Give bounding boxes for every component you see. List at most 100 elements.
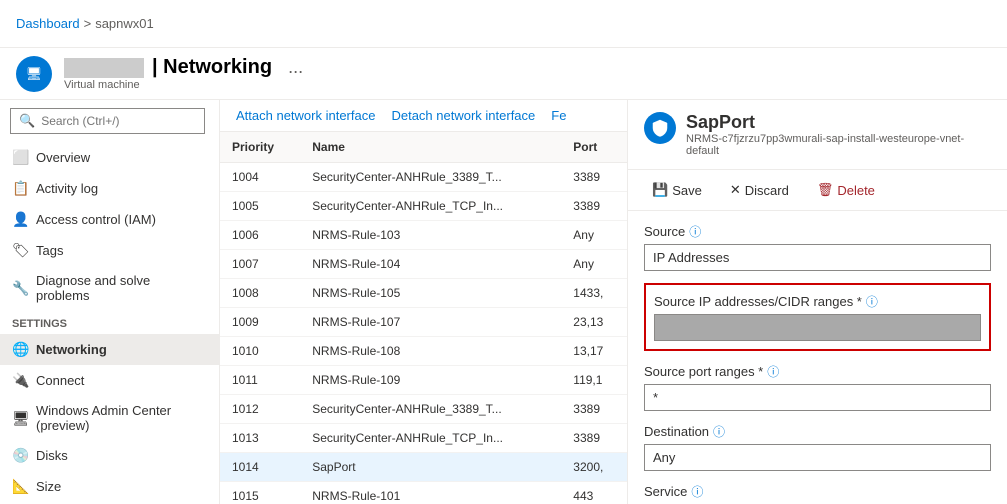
col-priority: Priority xyxy=(220,132,300,163)
sidebar-item-label-disks: Disks xyxy=(36,448,68,463)
table-row[interactable]: 1005 SecurityCenter-ANHRule_TCP_In... 33… xyxy=(220,192,627,221)
table-row[interactable]: 1009 NRMS-Rule-107 23,13 xyxy=(220,308,627,337)
vm-ellipsis[interactable]: ... xyxy=(288,57,303,78)
sidebar-item-label-tags: Tags xyxy=(36,243,63,258)
cell-name: NRMS-Rule-103 xyxy=(300,221,561,250)
cell-name: NRMS-Rule-108 xyxy=(300,337,561,366)
source-port-info-icon[interactable]: ⓘ xyxy=(767,363,779,380)
windows-admin-icon: 🖥 xyxy=(12,410,28,427)
table-row[interactable]: 1015 NRMS-Rule-101 443 xyxy=(220,482,627,504)
sidebar-item-diagnose[interactable]: 🔧 Diagnose and solve problems xyxy=(0,266,219,310)
cell-priority: 1008 xyxy=(220,279,300,308)
source-port-input[interactable] xyxy=(644,384,991,411)
rules-table: Priority Name Port 1004 SecurityCenter-A… xyxy=(220,132,627,504)
sidebar-item-access-control[interactable]: 👤 Access control (IAM) xyxy=(0,204,219,235)
cell-name: NRMS-Rule-109 xyxy=(300,366,561,395)
diagnose-icon: 🔧 xyxy=(12,280,28,297)
source-group: Source ⓘ xyxy=(644,223,991,271)
table-row[interactable]: 1006 NRMS-Rule-103 Any xyxy=(220,221,627,250)
search-input[interactable] xyxy=(41,114,196,128)
breadcrumb-bar: Dashboard > sapnwx01 xyxy=(0,0,1007,48)
vm-title-area: | Networking ... Virtual machine xyxy=(64,56,303,91)
vm-icon: 🖥 xyxy=(26,66,43,82)
cell-priority: 1011 xyxy=(220,366,300,395)
cell-name: SecurityCenter-ANHRule_3389_T... xyxy=(300,163,561,192)
tags-icon: 🏷 xyxy=(12,242,28,259)
search-icon: 🔍 xyxy=(19,113,35,129)
cell-name: NRMS-Rule-104 xyxy=(300,250,561,279)
vm-subtitle: Virtual machine xyxy=(64,79,303,91)
cell-name: SecurityCenter-ANHRule_TCP_In... xyxy=(300,424,561,453)
destination-input[interactable] xyxy=(644,444,991,471)
cell-port: 3200, xyxy=(561,453,627,482)
save-button[interactable]: 💾 Save xyxy=(644,178,710,202)
right-panel: SapPort NRMS-c7fjzrzu7pp3wmurali-sap-ins… xyxy=(627,100,1007,504)
access-control-icon: 👤 xyxy=(12,211,28,228)
table-row[interactable]: 1013 SecurityCenter-ANHRule_TCP_In... 33… xyxy=(220,424,627,453)
table-row[interactable]: 1004 SecurityCenter-ANHRule_3389_T... 33… xyxy=(220,163,627,192)
service-info-icon[interactable]: ⓘ xyxy=(691,483,703,500)
sidebar-item-activity-log[interactable]: 📋 Activity log xyxy=(0,173,219,204)
cell-name: SecurityCenter-ANHRule_TCP_In... xyxy=(300,192,561,221)
settings-section-header: Settings xyxy=(0,310,219,334)
cell-priority: 1006 xyxy=(220,221,300,250)
source-input[interactable] xyxy=(644,244,991,271)
networking-icon: 🌐 xyxy=(12,341,28,358)
cell-port: 1433, xyxy=(561,279,627,308)
cell-priority: 1010 xyxy=(220,337,300,366)
sidebar-item-networking[interactable]: 🌐 Networking xyxy=(0,334,219,365)
cell-priority: 1004 xyxy=(220,163,300,192)
sidebar-item-overview[interactable]: ⬜ Overview xyxy=(0,142,219,173)
cell-priority: 1009 xyxy=(220,308,300,337)
cell-priority: 1005 xyxy=(220,192,300,221)
source-ip-info-icon[interactable]: ⓘ xyxy=(866,293,878,310)
table-row[interactable]: 1011 NRMS-Rule-109 119,1 xyxy=(220,366,627,395)
source-label: Source ⓘ xyxy=(644,223,991,240)
sidebar-item-disks[interactable]: 💿 Disks xyxy=(0,440,219,471)
discard-button[interactable]: ✕ Discard xyxy=(722,178,797,202)
sidebar-item-windows-admin[interactable]: 🖥 Windows Admin Center (preview) xyxy=(0,396,219,440)
table-row[interactable]: 1008 NRMS-Rule-105 1433, xyxy=(220,279,627,308)
source-info-icon[interactable]: ⓘ xyxy=(689,223,701,240)
sidebar-item-label-connect: Connect xyxy=(36,373,84,388)
activity-log-icon: 📋 xyxy=(12,180,28,197)
breadcrumb-parent[interactable]: Dashboard xyxy=(16,16,80,31)
table-row[interactable]: 1014 SapPort 3200, xyxy=(220,453,627,482)
sidebar-item-label-networking: Networking xyxy=(36,342,107,357)
table-row[interactable]: 1010 NRMS-Rule-108 13,17 xyxy=(220,337,627,366)
search-box[interactable]: 🔍 xyxy=(10,108,205,134)
sidebar-item-label-access-control: Access control (IAM) xyxy=(36,212,156,227)
cell-port: 3389 xyxy=(561,395,627,424)
cell-priority: 1013 xyxy=(220,424,300,453)
source-port-label: Source port ranges * ⓘ xyxy=(644,363,991,380)
source-ip-input[interactable] xyxy=(654,314,981,341)
panel-header: SapPort NRMS-c7fjzrzu7pp3wmurali-sap-ins… xyxy=(628,100,1007,170)
attach-network-interface-button[interactable]: Attach network interface xyxy=(236,108,375,123)
table-row[interactable]: 1012 SecurityCenter-ANHRule_3389_T... 33… xyxy=(220,395,627,424)
sidebar-item-label-windows-admin: Windows Admin Center (preview) xyxy=(36,403,207,433)
save-icon: 💾 xyxy=(652,182,668,198)
sidebar-item-connect[interactable]: 🔌 Connect xyxy=(0,365,219,396)
source-ip-highlighted-group: Source IP addresses/CIDR ranges * ⓘ xyxy=(644,283,991,351)
table-toolbar: Attach network interface Detach network … xyxy=(220,100,627,132)
table-area: Attach network interface Detach network … xyxy=(220,100,627,504)
panel-subtitle: NRMS-c7fjzrzu7pp3wmurali-sap-install-wes… xyxy=(686,133,991,157)
delete-icon: 🗑 xyxy=(817,182,834,198)
table-row[interactable]: 1007 NRMS-Rule-104 Any xyxy=(220,250,627,279)
delete-button[interactable]: 🗑 Delete xyxy=(809,178,883,202)
cell-name: NRMS-Rule-101 xyxy=(300,482,561,504)
cell-port: Any xyxy=(561,250,627,279)
cell-port: 13,17 xyxy=(561,337,627,366)
sidebar-item-label-diagnose: Diagnose and solve problems xyxy=(36,273,207,303)
sidebar-item-size[interactable]: 📐 Size xyxy=(0,471,219,502)
panel-title-area: SapPort NRMS-c7fjzrzu7pp3wmurali-sap-ins… xyxy=(686,112,991,157)
destination-label: Destination ⓘ xyxy=(644,423,991,440)
content-area: Attach network interface Detach network … xyxy=(220,100,1007,504)
fe-button[interactable]: Fe xyxy=(551,108,566,123)
overview-icon: ⬜ xyxy=(12,149,28,166)
cell-priority: 1014 xyxy=(220,453,300,482)
detach-network-interface-button[interactable]: Detach network interface xyxy=(391,108,535,123)
destination-info-icon[interactable]: ⓘ xyxy=(713,423,725,440)
sidebar-item-tags[interactable]: 🏷 Tags xyxy=(0,235,219,266)
source-port-group: Source port ranges * ⓘ xyxy=(644,363,991,411)
